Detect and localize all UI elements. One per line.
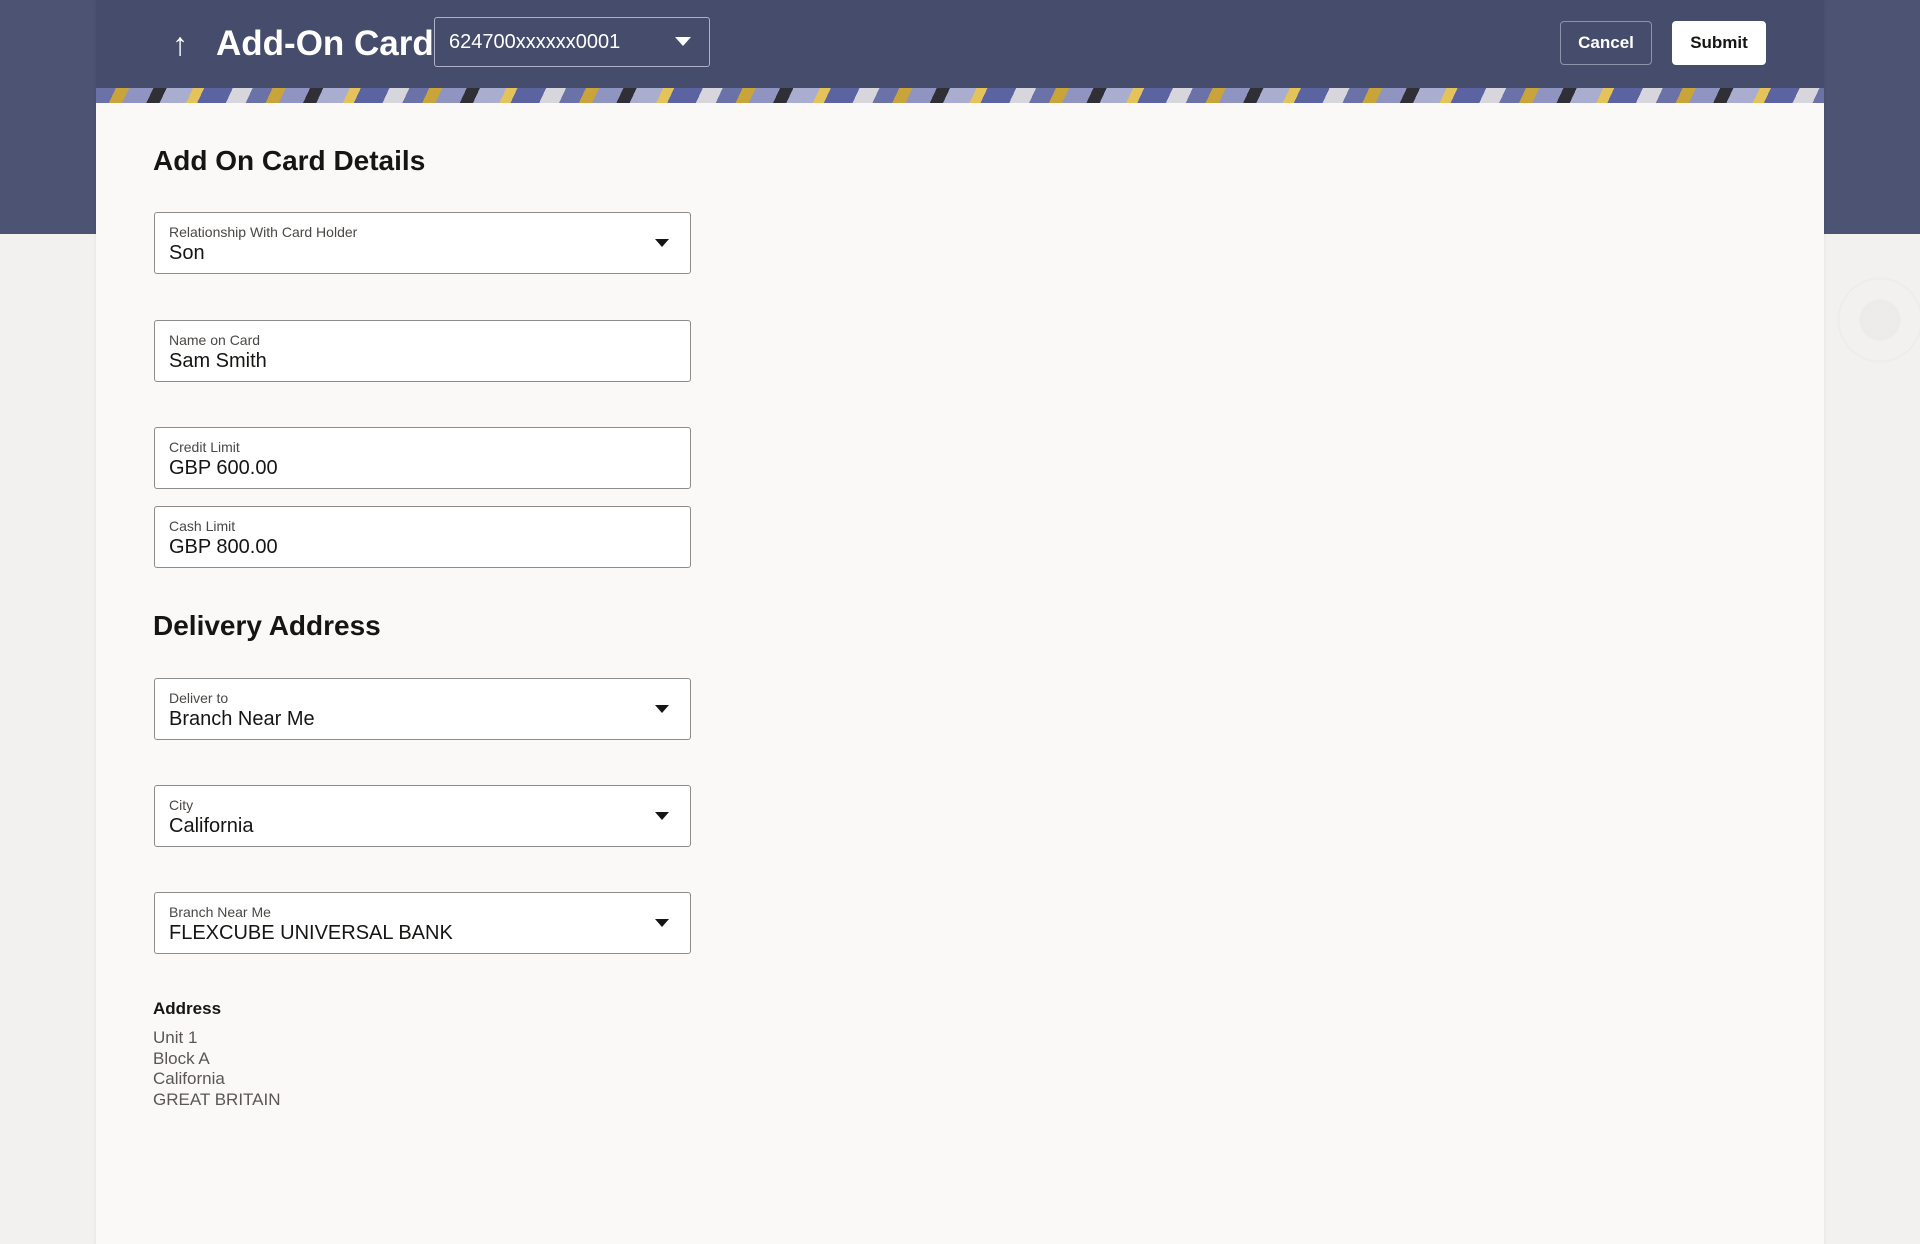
address-block: Unit 1 Block A California GREAT BRITAIN (153, 1028, 281, 1110)
city-label: City (169, 797, 194, 813)
back-button[interactable]: ↑ (160, 22, 200, 66)
name-on-card-label: Name on Card (169, 332, 261, 348)
card-number-value: 624700xxxxxx0001 (449, 30, 621, 53)
city-select[interactable]: City California (154, 785, 691, 847)
address-line: Unit 1 (153, 1028, 198, 1047)
add-on-card-page: ↑ Add-On Card 624700xxxxxx0001 Cancel Su… (96, 0, 1824, 1244)
section-title-delivery: Delivery Address (153, 610, 381, 641)
address-line: Block A (153, 1048, 210, 1068)
cash-limit-input[interactable]: Cash Limit GBP 800.00 (154, 506, 691, 568)
relationship-value: Son (169, 242, 205, 264)
cancel-button[interactable]: Cancel (1560, 21, 1652, 65)
relationship-label: Relationship With Card Holder (169, 224, 358, 240)
branch-value: FLEXCUBE UNIVERSAL BANK (169, 922, 453, 944)
chevron-down-icon (675, 37, 691, 46)
chevron-down-icon (655, 812, 669, 820)
address-line: California (153, 1069, 225, 1088)
address-line: GREAT BRITAIN (153, 1089, 281, 1109)
branch-label: Branch Near Me (169, 904, 271, 920)
chevron-down-icon (655, 919, 669, 927)
address-label: Address (153, 999, 222, 1018)
cash-limit-label: Cash Limit (169, 518, 236, 534)
chevron-down-icon (655, 705, 669, 713)
cash-limit-value: GBP 800.00 (169, 536, 278, 558)
branch-select[interactable]: Branch Near Me FLEXCUBE UNIVERSAL BANK (154, 892, 691, 954)
deliver-to-value: Branch Near Me (169, 708, 315, 730)
credit-limit-label: Credit Limit (169, 439, 240, 455)
submit-button[interactable]: Submit (1672, 21, 1766, 65)
credit-limit-value: GBP 600.00 (169, 457, 278, 479)
decorative-stripe (96, 88, 1824, 103)
chevron-down-icon (655, 239, 669, 247)
page-title: Add-On Card (216, 24, 434, 63)
relationship-select[interactable]: Relationship With Card Holder Son (154, 212, 691, 274)
city-value: California (169, 815, 254, 837)
page-header: ↑ Add-On Card 624700xxxxxx0001 Cancel Su… (96, 0, 1824, 88)
section-title-card-details: Add On Card Details (153, 145, 426, 176)
credit-limit-input[interactable]: Credit Limit GBP 600.00 (154, 427, 691, 489)
deliver-to-label: Deliver to (169, 690, 229, 706)
name-on-card-value: Sam Smith (169, 350, 267, 372)
card-number-select[interactable]: 624700xxxxxx0001 (434, 17, 710, 67)
arrow-up-icon: ↑ (172, 25, 188, 62)
name-on-card-input[interactable]: Name on Card Sam Smith (154, 320, 691, 382)
deliver-to-select[interactable]: Deliver to Branch Near Me (154, 678, 691, 740)
